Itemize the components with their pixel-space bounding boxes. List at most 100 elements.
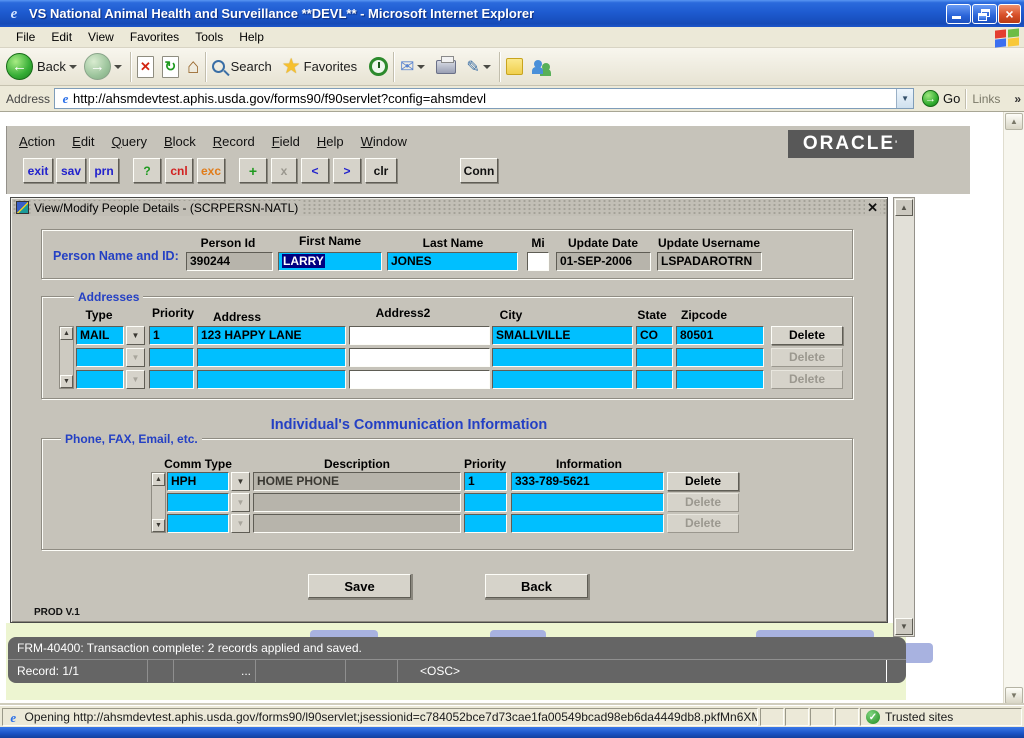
close-button[interactable]: × <box>998 4 1021 24</box>
comm-type-field[interactable] <box>167 493 229 512</box>
save-button[interactable]: Save <box>308 574 411 598</box>
oracle-menu-query[interactable]: Query <box>112 134 147 149</box>
form-window-titlebar[interactable]: View/Modify People Details - (SCRPERSN-N… <box>12 199 886 216</box>
update-username-field[interactable]: LSPADAROTRN <box>657 252 762 271</box>
back-label[interactable]: Back <box>37 59 66 74</box>
zipcode-field[interactable]: 80501 <box>676 326 764 345</box>
mi-field[interactable] <box>527 252 549 271</box>
comm-priority-field[interactable] <box>464 493 507 512</box>
forward-button[interactable]: → <box>84 53 111 80</box>
state-field[interactable] <box>636 348 673 367</box>
oracle-menu-field[interactable]: Field <box>272 134 300 149</box>
comm-priority-field[interactable]: 1 <box>464 472 507 491</box>
minimize-button[interactable] <box>946 4 971 24</box>
address-field[interactable]: 123 HAPPY LANE <box>197 326 346 345</box>
execute-toolbar-button[interactable]: exc <box>197 158 225 183</box>
zipcode-field[interactable] <box>676 348 764 367</box>
back-button[interactable]: ← <box>6 53 33 80</box>
comm-information-field[interactable] <box>511 493 664 512</box>
delete-address-button[interactable]: Delete <box>771 326 843 345</box>
forward-dropdown-icon[interactable] <box>114 65 122 69</box>
address2-field[interactable] <box>349 370 490 389</box>
addresses-scrollbar[interactable]: ▲ ▼ <box>59 326 74 389</box>
restore-button[interactable] <box>972 4 997 24</box>
refresh-button[interactable]: ↻ <box>162 56 179 78</box>
address-dropdown-button[interactable]: ▼ <box>896 89 913 108</box>
back-dropdown-icon[interactable] <box>69 65 77 69</box>
city-field[interactable] <box>492 370 633 389</box>
previous-record-button[interactable]: < <box>301 158 329 183</box>
edit-button[interactable]: ✎ <box>466 57 479 77</box>
address-type-field[interactable] <box>76 370 124 389</box>
favorites-button[interactable]: Favorites <box>304 59 357 74</box>
comm-information-field[interactable]: 333-789-5621 <box>511 472 664 491</box>
comm-scrollbar[interactable]: ▲ ▼ <box>151 472 166 533</box>
history-button[interactable] <box>369 57 388 76</box>
oracle-menu-edit[interactable]: Edit <box>72 134 94 149</box>
print-toolbar-button[interactable]: prn <box>89 158 119 183</box>
links-chevron-icon[interactable]: » <box>1014 92 1021 106</box>
menu-favorites[interactable]: Favorites <box>122 28 187 46</box>
scroll-up-icon[interactable]: ▲ <box>1005 113 1023 130</box>
home-button[interactable]: ⌂ <box>187 56 200 78</box>
scroll-up-icon[interactable]: ▲ <box>152 473 165 486</box>
type-dropdown-button[interactable]: ▼ <box>126 326 145 345</box>
links-label[interactable]: Links <box>972 92 1000 106</box>
address2-field[interactable] <box>349 326 490 345</box>
comm-type-field[interactable]: HPH <box>167 472 229 491</box>
address-type-field[interactable] <box>76 348 124 367</box>
state-field[interactable] <box>636 370 673 389</box>
scroll-down-icon[interactable]: ▼ <box>1005 687 1023 704</box>
remove-record-button[interactable]: x <box>271 158 297 183</box>
oracle-menu-block[interactable]: Block <box>164 134 196 149</box>
scroll-down-icon[interactable]: ▼ <box>152 519 165 532</box>
comm-type-field[interactable] <box>167 514 229 533</box>
state-field[interactable]: CO <box>636 326 673 345</box>
address-priority-field[interactable] <box>149 348 194 367</box>
mail-dropdown-icon[interactable] <box>417 65 425 69</box>
city-field[interactable] <box>492 348 633 367</box>
comm-information-field[interactable] <box>511 514 664 533</box>
scroll-down-icon[interactable]: ▼ <box>895 618 913 635</box>
address-priority-field[interactable]: 1 <box>149 326 194 345</box>
next-record-button[interactable]: > <box>333 158 361 183</box>
oracle-menu-help[interactable]: Help <box>317 134 344 149</box>
address-type-field[interactable]: MAIL <box>76 326 124 345</box>
menu-file[interactable]: File <box>8 28 43 46</box>
save-toolbar-button[interactable]: sav <box>56 158 86 183</box>
address-priority-field[interactable] <box>149 370 194 389</box>
oracle-menu-record[interactable]: Record <box>213 134 255 149</box>
address2-field[interactable] <box>349 348 490 367</box>
first-name-field[interactable]: LARRY <box>278 252 382 271</box>
menu-help[interactable]: Help <box>231 28 272 46</box>
last-name-field[interactable]: JONES <box>387 252 518 271</box>
address-field[interactable] <box>197 370 346 389</box>
scroll-up-icon[interactable]: ▲ <box>895 199 913 216</box>
search-button[interactable]: Search <box>231 59 272 74</box>
zipcode-field[interactable] <box>676 370 764 389</box>
form-close-icon[interactable]: ✕ <box>865 200 880 215</box>
address-input[interactable] <box>73 90 896 107</box>
conn-button[interactable]: Conn <box>460 158 498 183</box>
back-button[interactable]: Back <box>485 574 588 598</box>
comm-priority-field[interactable] <box>464 514 507 533</box>
go-button[interactable]: → Go <box>922 90 960 107</box>
oracle-menu-action[interactable]: Action <box>19 134 55 149</box>
exit-button[interactable]: exit <box>23 158 53 183</box>
mail-button[interactable]: ✉ <box>400 57 414 77</box>
oracle-menu-window[interactable]: Window <box>361 134 407 149</box>
messenger-button[interactable] <box>532 59 552 75</box>
help-toolbar-button[interactable]: ? <box>133 158 161 183</box>
scroll-down-icon[interactable]: ▼ <box>60 375 73 388</box>
notes-button[interactable] <box>506 58 523 75</box>
menu-tools[interactable]: Tools <box>187 28 231 46</box>
address-field[interactable] <box>197 348 346 367</box>
person-id-field[interactable]: 390244 <box>186 252 273 271</box>
delete-comm-button[interactable]: Delete <box>667 472 739 491</box>
browser-scrollbar[interactable]: ▲ ▼ <box>1003 112 1024 705</box>
stop-button[interactable]: ✕ <box>137 56 154 78</box>
edit-dropdown-icon[interactable] <box>483 65 491 69</box>
comm-type-dropdown-button[interactable]: ▼ <box>231 472 250 491</box>
scroll-up-icon[interactable]: ▲ <box>60 327 73 340</box>
update-date-field[interactable]: 01-SEP-2006 <box>556 252 651 271</box>
